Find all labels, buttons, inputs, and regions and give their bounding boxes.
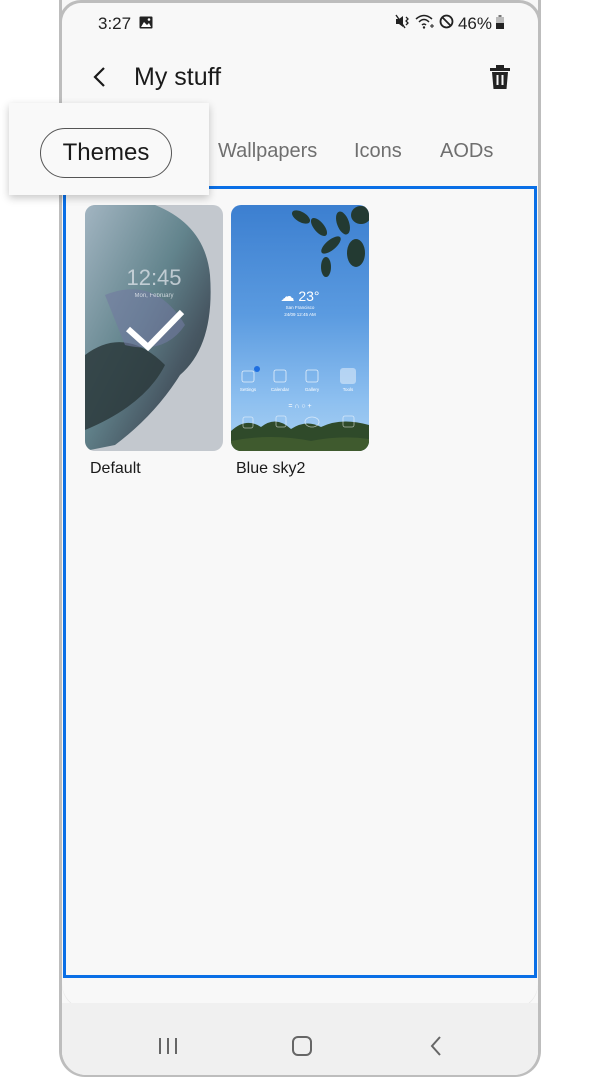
mute-vibrate-icon bbox=[395, 14, 411, 34]
navigation-bar bbox=[62, 1003, 538, 1075]
tab-themes[interactable]: Themes bbox=[40, 128, 172, 178]
recents-icon bbox=[159, 1038, 177, 1054]
back-icon bbox=[430, 1036, 441, 1056]
svg-text:= ∩ ○ +: = ∩ ○ + bbox=[288, 403, 311, 410]
themes-tab-callout: Themes bbox=[9, 103, 209, 195]
home-icon bbox=[292, 1036, 312, 1056]
svg-text:Settings: Settings bbox=[240, 387, 257, 392]
tab-wallpapers[interactable]: Wallpapers bbox=[218, 140, 317, 163]
theme-label-default: Default bbox=[90, 460, 141, 477]
blue-sky-wallpaper-art: ☁ 23° San Francisco 24/09 12:45 AM Setti… bbox=[231, 206, 369, 451]
checkmark-icon bbox=[125, 309, 185, 351]
page-title: My stuff bbox=[134, 63, 222, 91]
theme-thumbnail-blue-sky2[interactable]: ☁ 23° San Francisco 24/09 12:45 AM Setti… bbox=[231, 205, 369, 451]
theme-thumbnail-default[interactable]: 12:45 Mon, February bbox=[85, 205, 223, 451]
image-icon bbox=[139, 14, 153, 34]
status-bar: 3:27 46% bbox=[98, 13, 504, 35]
svg-text:Tools: Tools bbox=[343, 387, 354, 392]
status-time: 3:27 bbox=[98, 14, 132, 33]
preview-date: Mon, February bbox=[134, 293, 173, 299]
preview-datetime: 24/09 12:45 AM bbox=[284, 312, 316, 317]
tab-aods[interactable]: AODs bbox=[440, 140, 493, 163]
svg-text:Calendar: Calendar bbox=[271, 387, 290, 392]
tab-icons[interactable]: Icons bbox=[354, 140, 402, 163]
preview-city: San Francisco bbox=[286, 305, 315, 310]
recents-button[interactable] bbox=[157, 1036, 179, 1061]
do-not-disturb-icon bbox=[439, 14, 454, 34]
trash-icon bbox=[490, 65, 510, 89]
battery-level: 46% bbox=[457, 14, 492, 33]
svg-text:Gallery: Gallery bbox=[305, 387, 320, 392]
preview-clock: 12:45 bbox=[126, 265, 181, 290]
back-button[interactable] bbox=[88, 65, 112, 89]
preview-temperature: ☁ 23° bbox=[280, 288, 319, 304]
chevron-left-icon bbox=[93, 67, 105, 87]
delete-button[interactable] bbox=[488, 64, 512, 90]
nav-back-button[interactable] bbox=[428, 1035, 444, 1062]
battery-icon bbox=[496, 14, 504, 34]
theme-label-blue-sky2: Blue sky2 bbox=[236, 460, 306, 477]
home-button[interactable] bbox=[291, 1035, 313, 1062]
wifi-icon bbox=[415, 14, 435, 34]
app-header: My stuff bbox=[62, 55, 538, 101]
